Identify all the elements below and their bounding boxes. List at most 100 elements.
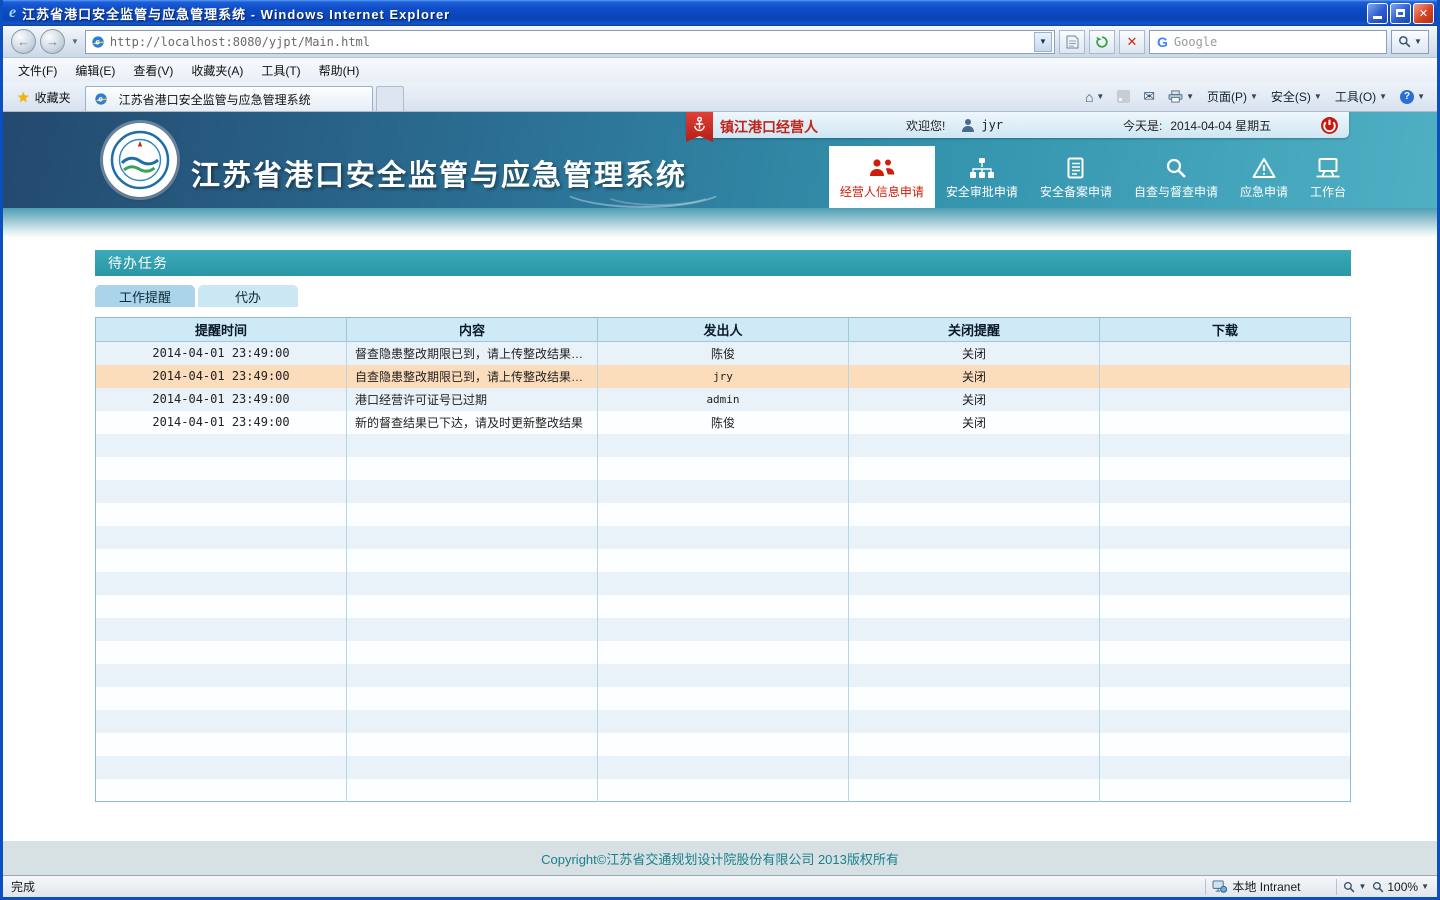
task-tabs: 工作提醒 代办 [95,285,1351,307]
refresh-icon [1095,35,1109,49]
minimize-button[interactable] [1367,3,1388,24]
table-row: 2014-04-01 23:49:00督查隐患整改期限已到，请上传整改结果…陈俊… [96,342,1351,365]
menu-item[interactable]: 查看(V) [124,59,182,82]
refresh-button[interactable] [1089,30,1115,54]
table-row-empty [96,756,1351,779]
nav-item-workbench[interactable]: 工作台 [1299,146,1357,208]
nav-item-operator-info-application[interactable]: 经营人信息申请 [829,146,935,208]
table-row-empty [96,618,1351,641]
table-row-empty [96,549,1351,572]
favorites-bar: ★ 收藏夹 e 江苏省港口安全监管与应急管理系统 ⌂▼ ✉ ▼ 页面(P)▼ 安… [3,82,1437,112]
print-button[interactable]: ▼ [1162,87,1200,106]
site-title: 江苏省港口安全监管与应急管理系统 [191,152,687,194]
menu-bar: 文件(F)编辑(E)查看(V)收藏夹(A)工具(T)帮助(H) [3,58,1437,82]
users-icon [868,155,896,179]
printer-icon [1168,90,1183,103]
close-reminder-link[interactable]: 关闭 [962,347,986,361]
page-menu[interactable]: 页面(P)▼ [1201,85,1264,108]
cell-reminder-time: 2014-04-01 23:49:00 [96,342,347,365]
forward-button[interactable]: → [40,29,65,54]
panel-title: 待办任务 [95,250,1351,276]
username: jyr [981,118,1003,132]
logout-button[interactable] [1320,116,1339,135]
menu-item[interactable]: 收藏夹(A) [182,59,252,82]
table-header-row: 提醒时间 内容 发出人 关闭提醒 下载 [96,318,1351,342]
close-reminder-link[interactable]: 关闭 [962,370,986,384]
magnifier-icon [1165,155,1187,179]
read-mail-button[interactable]: ✉ [1137,85,1161,108]
search-input[interactable]: G Google [1149,30,1387,54]
nav-item-label: 自查与督查申请 [1134,183,1218,200]
browser-window: e 江苏省港口安全监管与应急管理系统 - Windows Internet Ex… [0,0,1440,900]
org-chart-icon [969,155,995,179]
stop-icon: ✕ [1127,34,1138,50]
search-button[interactable]: ▼ [1391,30,1429,54]
search-placeholder-text: Google [1174,35,1217,49]
close-reminder-link[interactable]: 关闭 [962,416,986,430]
close-button[interactable]: ✕ [1413,3,1434,24]
menu-item[interactable]: 文件(F) [9,59,66,82]
table-row-empty [96,641,1351,664]
today-label: 今天是: [1123,117,1162,134]
home-button[interactable]: ⌂▼ [1079,86,1110,108]
browser-tab[interactable]: e 江苏省港口安全监管与应急管理系统 [85,86,373,111]
close-reminder-link[interactable]: 关闭 [962,393,986,407]
compatibility-view-button[interactable] [1059,30,1085,54]
tab-title: 江苏省港口安全监管与应急管理系统 [119,91,311,108]
table-row-empty [96,779,1351,802]
status-bar: 完成 本地 Intranet ▼ 100% ▼ [3,875,1437,897]
rss-feed-icon [1117,90,1130,103]
address-input[interactable]: e http://localhost:8080/yjpt/Main.html ▼ [85,30,1055,54]
role-badge-label: 镇江港口经营人 [720,117,818,137]
table-row: 2014-04-01 23:49:00港口经营许可证号已过期admin关闭 [96,388,1351,411]
nav-item-safety-approval-application[interactable]: 安全审批申请 [935,146,1029,208]
stop-button[interactable]: ✕ [1119,30,1145,54]
title-bar: e 江苏省港口安全监管与应急管理系统 - Windows Internet Ex… [3,0,1437,26]
search-icon [1398,35,1411,48]
nav-item-emergency-application[interactable]: 应急申请 [1229,146,1299,208]
tools-menu[interactable]: 工具(O)▼ [1329,85,1393,108]
power-icon [1320,116,1339,135]
back-button[interactable]: ← [11,29,36,54]
site-header: 江苏省港口安全监管与应急管理系统 镇江港口经营人 欢迎您! jyr 今天是: 2… [3,112,1437,208]
zoom-select-button[interactable]: ▼ [1343,881,1366,893]
menu-item[interactable]: 帮助(H) [310,59,369,82]
table-row-empty [96,434,1351,457]
help-icon: ? [1400,90,1414,104]
table-row-empty [96,480,1351,503]
address-dropdown-icon[interactable]: ▼ [1034,32,1052,52]
page: 江苏省港口安全监管与应急管理系统 镇江港口经营人 欢迎您! jyr 今天是: 2… [3,112,1437,875]
nav-item-label: 安全审批申请 [946,183,1018,200]
user-avatar [961,118,975,133]
cell-content: 新的督查结果已下达，请及时更新整改结果 [347,411,598,434]
window-title: 江苏省港口安全监管与应急管理系统 - Windows Internet Expl… [22,4,1367,23]
zoom-control[interactable]: 100% ▼ [1372,880,1429,894]
maximize-button[interactable] [1390,3,1411,24]
copyright-text: Copyright©江苏省交通规划设计院股份有限公司 2013版权所有 [541,849,899,868]
help-menu[interactable]: ?▼ [1394,87,1431,107]
new-tab-button[interactable] [376,86,404,111]
cell-close: 关闭 [849,365,1100,388]
menu-item[interactable]: 编辑(E) [66,59,124,82]
cell-close: 关闭 [849,342,1100,365]
feeds-button[interactable] [1111,87,1136,106]
safety-menu[interactable]: 安全(S)▼ [1265,85,1328,108]
menu-item[interactable]: 工具(T) [252,59,309,82]
nav-item-label: 工作台 [1310,183,1346,200]
ie-page-icon: e [94,92,108,106]
role-badge: 镇江港口经营人 [686,112,818,142]
tab-pending[interactable]: 代办 [198,285,298,307]
cell-reminder-time: 2014-04-01 23:49:00 [96,411,347,434]
history-dropdown-icon[interactable]: ▼ [69,37,81,46]
magnifier-icon [1372,881,1384,893]
tab-work-reminder[interactable]: 工作提醒 [95,285,195,307]
column-header-download: 下载 [1100,318,1351,342]
cell-content: 自查隐患整改期限已到，请上传整改结果… [347,365,598,388]
nav-item-safety-filing-application[interactable]: 安全备案申请 [1029,146,1123,208]
favorites-label: 收藏夹 [35,89,71,106]
favorites-button[interactable]: ★ 收藏夹 [9,84,79,111]
user-info-bar: 镇江港口经营人 欢迎您! jyr 今天是: 2014-04-04 星期五 [686,112,1349,138]
nav-item-self-inspection-supervision-application[interactable]: 自查与督查申请 [1123,146,1229,208]
todo-table: 提醒时间 内容 发出人 关闭提醒 下载 2014-04-01 23:49:00督… [95,317,1351,802]
site-footer: Copyright©江苏省交通规划设计院股份有限公司 2013版权所有 [3,841,1437,875]
